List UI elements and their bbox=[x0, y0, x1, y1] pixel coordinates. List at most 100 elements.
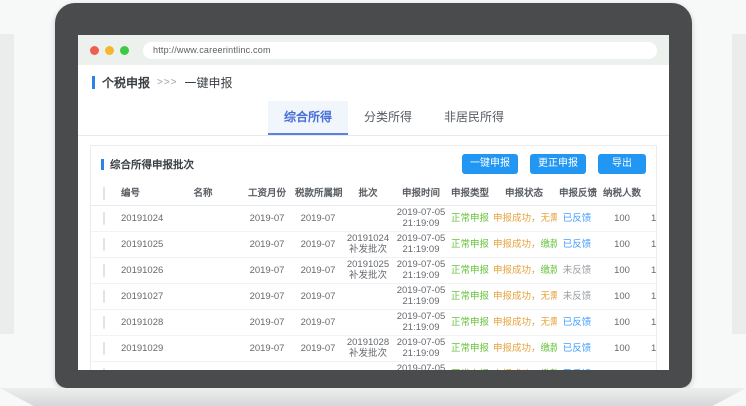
laptop-base bbox=[0, 388, 746, 406]
taxpayer-count-cell: 100 bbox=[597, 237, 647, 252]
table-row: 201910242019-072019-072019-07-0521:19:09… bbox=[91, 206, 656, 232]
breadcrumb-separator: >>> bbox=[157, 77, 178, 88]
feedback-cell[interactable]: 已反馈 bbox=[557, 367, 597, 370]
declare-status-cell: 申报成功，无需缴款 bbox=[491, 315, 557, 330]
declare-time-cell: 2019-07-0521:19:09 bbox=[393, 232, 449, 257]
tax-period-cell: 2019-07 bbox=[293, 315, 343, 330]
name-cell bbox=[165, 217, 241, 221]
row-checkbox-cell bbox=[91, 341, 117, 356]
tab-classified-income[interactable]: 分类所得 bbox=[348, 101, 428, 135]
tax-period-cell: 2019-07 bbox=[293, 341, 343, 356]
close-window-icon[interactable] bbox=[90, 46, 99, 55]
declare-type-cell: 正常申报 bbox=[449, 289, 491, 304]
salary-month-cell: 2019-07 bbox=[241, 289, 293, 304]
column-header: 工资月份 bbox=[241, 186, 293, 201]
name-cell bbox=[165, 321, 241, 325]
row-checkbox-cell bbox=[91, 367, 117, 370]
row-checkbox[interactable] bbox=[103, 238, 105, 251]
browser-window: http://www.careerintlinc.com 个税申报 >>> 一键… bbox=[78, 35, 669, 370]
salary-month-cell: 2019-07 bbox=[241, 315, 293, 330]
table-row: 201910302019-072019-072019-07-0521:19:09… bbox=[91, 362, 656, 370]
one-click-declare-button[interactable]: 一键申报 bbox=[462, 154, 518, 174]
maximize-window-icon[interactable] bbox=[120, 46, 129, 55]
declare-time-cell: 2019-07-0521:19:09 bbox=[393, 258, 449, 283]
salary-month-cell: 2019-07 bbox=[241, 367, 293, 370]
row-checkbox[interactable] bbox=[103, 368, 105, 370]
column-header: 纳税人数 bbox=[597, 186, 647, 201]
select-all-checkbox[interactable] bbox=[103, 187, 105, 200]
row-checkbox[interactable] bbox=[103, 316, 105, 329]
table-header-row: 编号名称工资月份税款所属期批次申报时间申报类型申报状态申报反馈纳税人数 bbox=[91, 181, 656, 206]
tax-period-cell: 2019-07 bbox=[293, 289, 343, 304]
batch-cell bbox=[343, 295, 393, 299]
clipped-amount-cell: 11 bbox=[647, 211, 656, 226]
column-header: 编号 bbox=[117, 186, 165, 201]
batch-table-wrap: 编号名称工资月份税款所属期批次申报时间申报类型申报状态申报反馈纳税人数 2019… bbox=[91, 181, 656, 370]
row-checkbox[interactable] bbox=[103, 212, 105, 225]
declare-type-cell: 正常申报 bbox=[449, 211, 491, 226]
table-row: 20191028 2019-072019-07 2019-07-0521:19:09… bbox=[91, 310, 656, 336]
background-decoration-right bbox=[732, 34, 746, 334]
tab-comprehensive-income[interactable]: 综合所得 bbox=[268, 101, 348, 135]
declare-status-cell: 申报成功，无需缴款 bbox=[491, 211, 557, 226]
taxpayer-count-cell: 100 bbox=[597, 211, 647, 226]
minimize-window-icon[interactable] bbox=[105, 46, 114, 55]
feedback-cell[interactable]: 已反馈 bbox=[557, 341, 597, 356]
feedback-cell: 未反馈 bbox=[557, 263, 597, 278]
row-checkbox-cell bbox=[91, 237, 117, 252]
declare-status-cell: 申报成功，缴款成功 bbox=[491, 341, 557, 356]
row-checkbox-cell bbox=[91, 315, 117, 330]
tax-period-cell: 2019-07 bbox=[293, 237, 343, 252]
declare-time-cell: 2019-07-0521:19:09 bbox=[393, 284, 449, 309]
feedback-cell[interactable]: 已反馈 bbox=[557, 237, 597, 252]
clipped-amount-cell: 11 bbox=[647, 289, 656, 304]
row-checkbox[interactable] bbox=[103, 342, 105, 355]
taxpayer-count-cell: 100 bbox=[597, 289, 647, 304]
column-header-clipped bbox=[647, 191, 656, 195]
batch-id-cell: 20191028 bbox=[117, 315, 165, 330]
background-decoration-left bbox=[0, 34, 14, 334]
declare-type-cell: 正常申报 bbox=[449, 237, 491, 252]
batch-table: 编号名称工资月份税款所属期批次申报时间申报类型申报状态申报反馈纳税人数 2019… bbox=[91, 181, 656, 370]
column-header: 名称 bbox=[165, 186, 241, 201]
row-checkbox[interactable] bbox=[103, 264, 105, 277]
batch-cell: 20191024补发批次 bbox=[343, 232, 393, 257]
export-button[interactable]: 导出 bbox=[598, 154, 646, 174]
declare-type-cell: 正常申报 bbox=[449, 367, 491, 370]
panel-accent-bar bbox=[101, 159, 104, 170]
row-checkbox[interactable] bbox=[103, 290, 105, 303]
tax-period-cell: 2019-07 bbox=[293, 211, 343, 226]
declare-type-cell: 正常申报 bbox=[449, 315, 491, 330]
declare-time-cell: 2019-07-0521:19:09 bbox=[393, 310, 449, 335]
tab-nonresident-income[interactable]: 非居民所得 bbox=[428, 101, 520, 135]
feedback-cell[interactable]: 已反馈 bbox=[557, 315, 597, 330]
batch-id-cell: 20191025 bbox=[117, 237, 165, 252]
clipped-amount-cell: 11 bbox=[647, 367, 656, 370]
name-cell bbox=[165, 269, 241, 273]
batch-cell bbox=[343, 217, 393, 221]
column-header: 申报反馈 bbox=[557, 186, 597, 201]
breadcrumb: 个税申报 >>> 一键申报 bbox=[78, 65, 669, 97]
url-text: http://www.careerintlinc.com bbox=[153, 45, 271, 55]
breadcrumb-section: 个税申报 bbox=[102, 74, 150, 91]
row-checkbox-cell bbox=[91, 263, 117, 278]
panel-actions: 一键申报 更正申报 导出 bbox=[462, 154, 646, 174]
breadcrumb-accent-bar bbox=[92, 76, 95, 89]
column-header: 申报时间 bbox=[393, 186, 449, 201]
taxpayer-count-cell: 100 bbox=[597, 315, 647, 330]
name-cell bbox=[165, 295, 241, 299]
correct-declare-button[interactable]: 更正申报 bbox=[530, 154, 586, 174]
batch-cell bbox=[343, 321, 393, 325]
table-row: 201910262019-072019-0720191025补发批次2019-0… bbox=[91, 258, 656, 284]
row-checkbox-cell bbox=[91, 289, 117, 304]
salary-month-cell: 2019-07 bbox=[241, 263, 293, 278]
salary-month-cell: 2019-07 bbox=[241, 341, 293, 356]
url-input[interactable]: http://www.careerintlinc.com bbox=[143, 42, 657, 59]
panel-header: 综合所得申报批次 一键申报 更正申报 导出 bbox=[91, 146, 656, 181]
feedback-cell[interactable]: 已反馈 bbox=[557, 211, 597, 226]
taxpayer-count-cell: 100 bbox=[597, 367, 647, 370]
taxpayer-count-cell: 100 bbox=[597, 341, 647, 356]
declare-type-cell: 正常申报 bbox=[449, 263, 491, 278]
batch-id-cell: 20191029 bbox=[117, 341, 165, 356]
declare-status-cell: 申报成功，缴款成功 bbox=[491, 367, 557, 370]
